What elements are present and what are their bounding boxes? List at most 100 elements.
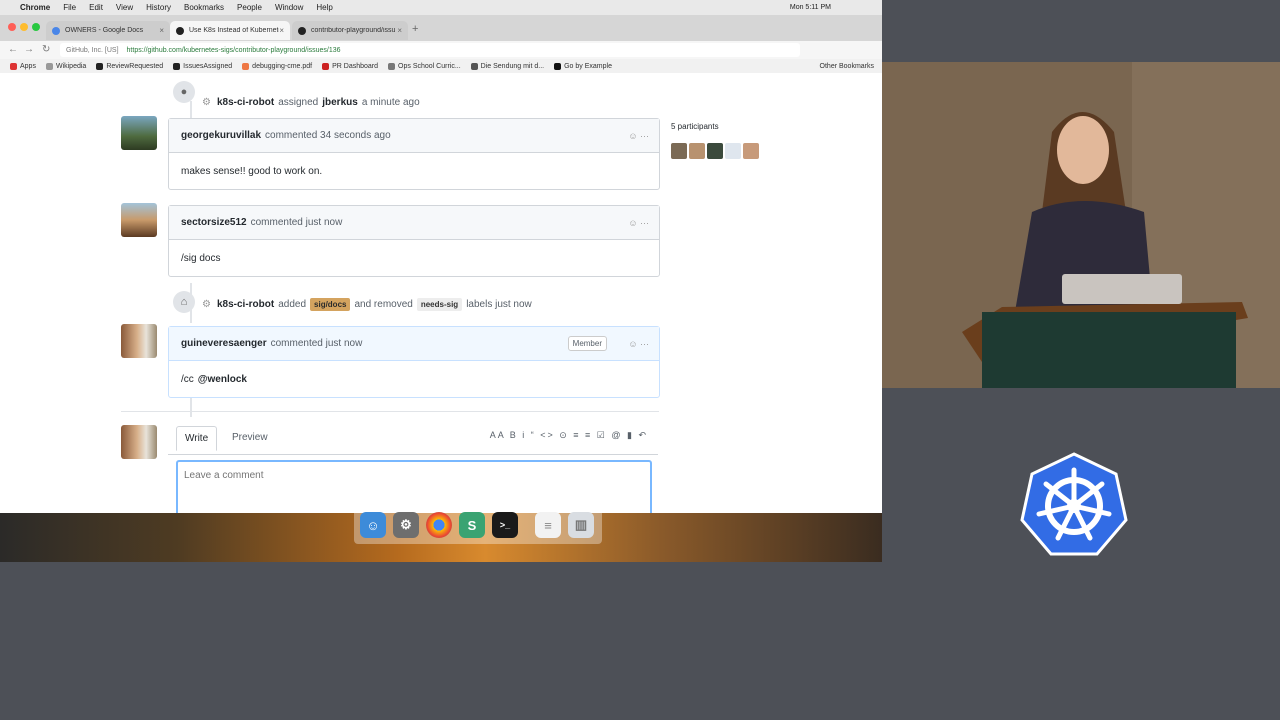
label-needs-sig[interactable]: needs-sig [416,298,463,311]
back-icon[interactable]: ← [8,44,18,55]
bookmark-label: IssuesAssigned [183,62,233,70]
comment-actions-icon[interactable]: ☺ ··· [628,339,649,349]
label-sig-docs[interactable]: sig/docs [310,298,351,311]
menu-history[interactable]: History [146,3,171,12]
tab-title: OWNERS - Google Docs [65,27,144,34]
chrome-icon[interactable] [426,512,452,538]
menubar-clock: Mon 5:11 PM [789,4,831,11]
bookmark-other[interactable]: Other Bookmarks [820,63,874,70]
trash-icon[interactable]: ▥ [568,512,594,538]
close-tab-icon[interactable]: × [397,26,402,35]
bookmark-label: Go by Example [564,62,612,70]
close-window-button[interactable] [8,23,16,31]
participant-avatar[interactable] [707,143,723,159]
comment-author[interactable]: sectorsize512 [181,217,247,228]
minimize-window-button[interactable] [20,23,28,31]
comment-actions-icon[interactable]: ☺ ··· [628,218,649,228]
maximize-window-button[interactable] [32,23,40,31]
system-preferences-icon[interactable]: ⚙ [393,512,419,538]
github-icon [298,26,306,35]
bookmark-review-requested[interactable]: ReviewRequested [96,62,164,70]
comment-actions-icon[interactable]: ☺ ··· [628,131,649,141]
avatar[interactable] [121,203,157,237]
markdown-toolbar[interactable]: AA B i “ <> ⊙ ≡ ≡ ☑ @ ▮ ↶ [490,430,648,441]
robot-avatar-icon: ⚙ [202,299,211,310]
menu-view[interactable]: View [116,3,133,12]
speaker-video [882,62,1280,388]
bookmark-label: Wikipedia [55,62,87,70]
close-tab-icon[interactable]: × [159,26,164,35]
tab-contributor-playground[interactable]: contributor-playground/issue × [292,21,408,40]
menu-help[interactable]: Help [316,3,332,12]
tab-github-issue[interactable]: Use K8s Instead of Kubernetes × [170,21,290,40]
browser-screen: Chrome File Edit View History Bookmarks … [0,0,882,562]
tab-write[interactable]: Write [176,426,218,451]
new-tab-icon[interactable]: + [412,23,418,35]
tab-preview[interactable]: Preview [224,426,276,449]
bookmark-die-sendung[interactable]: Die Sendung mit d... [470,62,545,70]
finder-icon[interactable]: ☺ [360,512,386,538]
tab-google-docs[interactable]: OWNERS - Google Docs × [46,21,170,40]
participant-avatar[interactable] [671,143,687,159]
comment-body: /sig docs [181,252,221,264]
github-icon [173,62,181,70]
menu-window[interactable]: Window [275,3,303,12]
comment-body: /cc @wenlock [169,361,659,397]
comment-header: guineveresaenger commented just now Memb… [169,327,659,361]
github-icon [176,26,184,35]
comment-body: makes sense!! good to work on. [181,165,323,177]
bookmark-ops-school[interactable]: Ops School Curric... [388,62,461,70]
tag-icon: ⌂ [173,291,195,313]
comment-header: sectorsize512 commented just now ☺ ··· [169,206,659,240]
bookmark-go-by-example[interactable]: Go by Example [554,62,612,70]
label-event: ⚙ k8s-ci-robot added sig/docs and remove… [202,298,532,311]
comment-header: georgekuruvillak commented 34 seconds ag… [169,119,659,153]
bookmark-apps[interactable]: Apps [10,62,36,70]
forward-icon[interactable]: → [24,44,34,55]
bookmark-label: Apps [20,62,36,70]
event-verb: and removed [354,299,413,310]
avatar [121,425,157,459]
tab-title: Use K8s Instead of Kubernetes [189,27,279,34]
editor-tabs: Write Preview AA B i “ <> ⊙ ≡ ≡ ☑ @ ▮ ↶ [168,418,658,455]
bookmark-label: PR Dashboard [332,62,379,70]
mention-link[interactable]: @wenlock [198,374,247,385]
participant-avatar[interactable] [689,143,705,159]
bookmark-pr-dashboard[interactable]: PR Dashboard [322,62,379,70]
bookmark-label: Die Sendung mit d... [480,62,545,70]
menu-people[interactable]: People [237,3,262,12]
close-tab-icon[interactable]: × [279,26,284,35]
dashboard-icon [322,62,330,70]
url-field[interactable]: GitHub, Inc. [US] https://github.com/kub… [60,43,800,57]
event-verb: added [278,299,307,310]
event-actor[interactable]: k8s-ci-robot [217,299,274,310]
apps-icon [10,62,17,70]
event-target[interactable]: jberkus [322,97,358,108]
avatar[interactable] [121,116,157,150]
document-icon[interactable]: ≡ [535,512,561,538]
robot-avatar-icon: ⚙ [202,97,211,108]
participant-avatar[interactable] [743,143,759,159]
comment-meta: commented 34 seconds ago [265,130,391,141]
menu-file[interactable]: File [63,3,76,12]
participant-avatar[interactable] [725,143,741,159]
bookmark-issues-assigned[interactable]: IssuesAssigned [173,62,233,70]
bookmarks-bar: Apps Wikipedia ReviewRequested IssuesAss… [0,59,882,74]
avatar[interactable] [121,324,157,358]
github-issue-page: ● ⚙ k8s-ci-robot assigned jberkus a minu… [0,73,882,520]
comment-author[interactable]: georgekuruvillak [181,130,261,141]
menu-edit[interactable]: Edit [89,3,103,12]
bookmark-wikipedia[interactable]: Wikipedia [45,62,87,70]
terminal-icon[interactable]: >_ [492,512,518,538]
slack-icon[interactable]: S [459,512,485,538]
menu-bookmarks[interactable]: Bookmarks [184,3,224,12]
bookmark-debugging-pdf[interactable]: debugging-cme.pdf [242,62,312,70]
bookmark-label: ReviewRequested [106,62,164,70]
participants-title: 5 participants [671,122,719,131]
menu-app-name[interactable]: Chrome [20,3,50,12]
comment-author[interactable]: guineveresaenger [181,338,267,349]
event-actor[interactable]: k8s-ci-robot [217,97,274,108]
reload-icon[interactable]: ↻ [42,44,50,55]
member-badge: Member [567,336,607,351]
bookmark-label: Other Bookmarks [819,62,874,70]
